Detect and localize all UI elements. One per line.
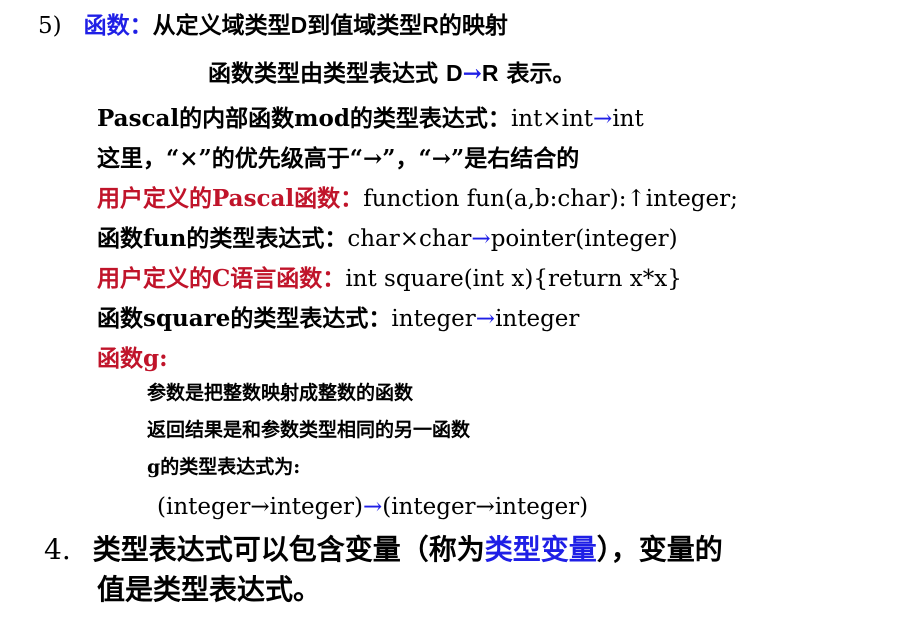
square-type-expr-a: integer xyxy=(391,306,476,332)
section4-text-a: 类型表达式可以包含变量（称为 xyxy=(92,533,485,566)
func-g-item-3-text: g的类型表达式为: xyxy=(147,456,301,478)
square-type-label: 函数square的类型表达式： xyxy=(97,305,392,332)
precedence-line: 这里，“×”的优先级高于“→”，“→”是右结合的 xyxy=(97,147,579,170)
fun-type-label: 函数fun的类型表达式： xyxy=(97,225,348,252)
pascal-user-label: 用户定义的Pascal函数： xyxy=(97,185,364,212)
func-g-arrow-2: → xyxy=(362,494,383,520)
pascal-mod-expr-b: int xyxy=(612,106,644,132)
func-g-line: 函数g: xyxy=(97,347,168,371)
square-type-line: 函数square的类型表达式：integer→integer xyxy=(97,307,579,331)
precedence-text: 这里，“×”的优先级高于“→”，“→”是右结合的 xyxy=(97,145,580,172)
func-g-expr-d: integer) xyxy=(494,494,589,520)
func-g-expr-c: (integer xyxy=(382,494,476,520)
c-user-line: 用户定义的C语言函数：int square(int x){return x*x} xyxy=(97,267,682,291)
function-type-arrow: → xyxy=(462,60,482,87)
pascal-user-code: function fun(a,b:char):↑integer; xyxy=(363,186,738,212)
c-user-label: 用户定义的C语言函数： xyxy=(97,265,346,292)
pascal-mod-arrow: → xyxy=(593,106,613,132)
square-type-arrow: → xyxy=(475,306,496,332)
fun-type-expr-b: pointer(integer) xyxy=(490,226,678,252)
function-type-text-a: 函数类型由类型表达式 xyxy=(208,60,447,87)
func-g-expr-a: (integer xyxy=(157,494,251,520)
section4-line-2: 值是类型表达式。 xyxy=(97,576,321,604)
function-type-text-b: 表示。 xyxy=(498,60,576,87)
section4-line-1: 4. 类型表达式可以包含变量（称为类型变量），变量的 xyxy=(44,536,723,564)
section5-desc-r: R xyxy=(422,12,439,38)
pascal-mod-label: Pascal的内部函数mod的类型表达式： xyxy=(97,105,511,132)
function-type-line: 函数类型由类型表达式 D→R 表示。 xyxy=(208,60,576,87)
section4-text-b: ），变量的 xyxy=(596,533,723,566)
fun-type-expr-a: char×char xyxy=(347,226,472,252)
section5-desc-b: 到值域类型 xyxy=(307,12,423,39)
func-g-label: 函数g: xyxy=(97,345,168,372)
c-user-code: int square(int x){return x*x} xyxy=(345,266,682,292)
pascal-mod-line: Pascal的内部函数mod的类型表达式：int×int→int xyxy=(97,107,644,131)
func-g-arrow-3: → xyxy=(475,494,495,520)
section4-term: 类型变量 xyxy=(484,533,597,566)
section5-line: 5) 函数：从定义域类型D到值域类型R的映射 xyxy=(38,14,508,38)
section5-desc-a: 从定义域类型 xyxy=(152,12,291,39)
pascal-mod-expr-a: int×int xyxy=(510,106,594,132)
section5-desc-d: D xyxy=(290,12,308,38)
fun-type-line: 函数fun的类型表达式：char×char→pointer(integer) xyxy=(97,227,678,251)
function-type-d: D xyxy=(446,60,463,86)
section4-number: 4. xyxy=(44,533,71,566)
pascal-user-line: 用户定义的Pascal函数：function fun(a,b:char):↑in… xyxy=(97,187,738,211)
function-type-r: R xyxy=(481,60,499,86)
func-g-item-2-text: 返回结果是和参数类型相同的另一函数 xyxy=(147,419,471,441)
section5-number: 5) xyxy=(38,13,62,39)
func-g-expr-line: (integer→integer)→(integer→integer) xyxy=(157,496,588,519)
func-g-arrow-1: → xyxy=(250,494,270,520)
func-g-item-1-text: 参数是把整数映射成整数的函数 xyxy=(147,382,414,404)
func-g-item-1: 参数是把整数映射成整数的函数 xyxy=(147,384,413,403)
func-g-expr-b: integer) xyxy=(269,494,363,520)
section4-text-c: 值是类型表达式。 xyxy=(97,573,322,606)
func-g-item-2: 返回结果是和参数类型相同的另一函数 xyxy=(147,421,470,440)
section5-desc-c: 的映射 xyxy=(438,12,508,39)
square-type-expr-b: integer xyxy=(495,306,580,332)
section5-term: 函数： xyxy=(83,12,153,39)
fun-type-arrow: → xyxy=(471,226,491,252)
func-g-item-3: g的类型表达式为: xyxy=(147,458,300,477)
